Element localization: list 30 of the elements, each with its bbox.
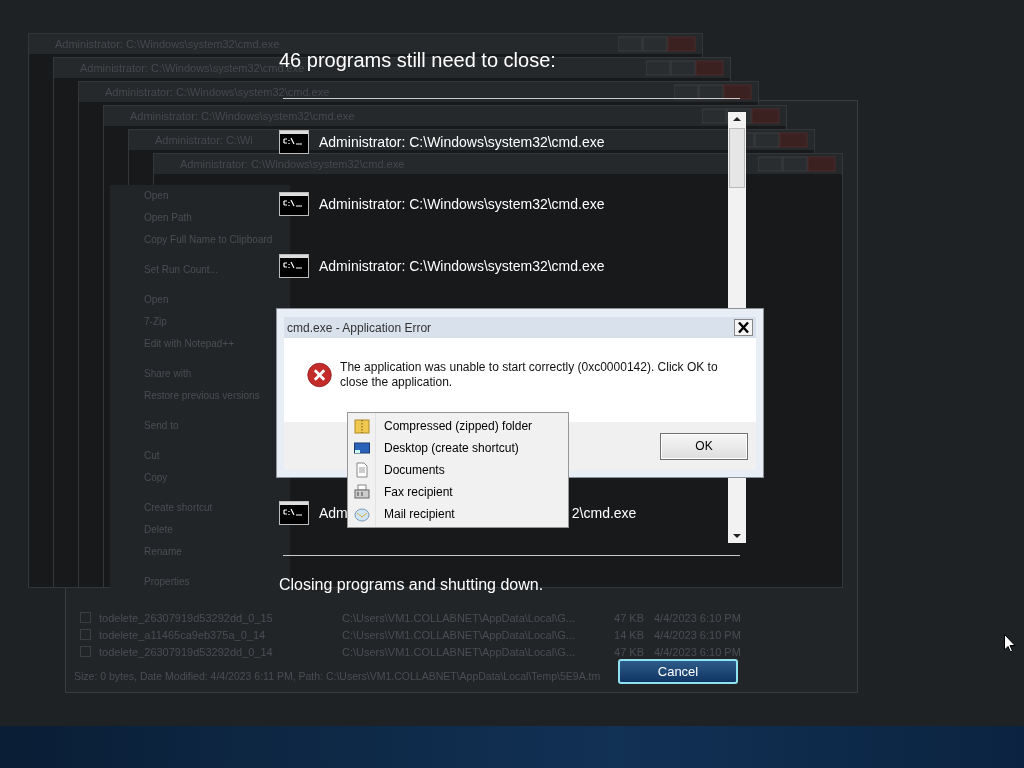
menu-item[interactable]: Desktop (create shortcut) [384, 441, 519, 455]
checkbox[interactable] [80, 629, 91, 640]
mouse-cursor-icon [1004, 634, 1016, 653]
console-icon [279, 254, 309, 278]
zip-folder-icon [354, 418, 370, 434]
mail-icon [354, 506, 370, 522]
menu-item[interactable]: Compressed (zipped) folder [384, 419, 533, 433]
checkbox[interactable] [80, 612, 91, 623]
dialog-title: cmd.exe - Application Error [287, 320, 432, 335]
document-icon [354, 462, 370, 478]
program-name: Administrator: C:\Windows\system32\cmd.exe [319, 196, 605, 212]
program-name: Adm [319, 505, 348, 521]
checkbox[interactable] [80, 646, 91, 657]
desktop-icon [354, 440, 370, 456]
menu-item[interactable]: Documents [384, 463, 445, 477]
scroll-thumb[interactable] [729, 128, 745, 188]
console-icon [279, 192, 309, 216]
cancel-button[interactable]: Cancel [618, 659, 738, 684]
program-name: 2\cmd.exe [571, 505, 637, 521]
close-icon[interactable] [734, 319, 753, 336]
fax-icon [354, 484, 370, 500]
console-icon [279, 501, 309, 525]
program-name: Administrator: C:\Windows\system32\cmd.exe [319, 258, 605, 274]
menu-item[interactable]: Mail recipient [384, 507, 455, 521]
menu-item[interactable]: Fax recipient [384, 485, 453, 499]
error-message: The application was unable to start correctly (0xc0000142). Click OK to close the application. [340, 360, 719, 390]
shutdown-status: Closing programs and shutting down. [278, 576, 545, 594]
ok-button[interactable]: OK [660, 432, 748, 460]
program-name: Administrator: C:\Windows\system32\cmd.exe [319, 134, 605, 150]
console-icon [279, 130, 309, 154]
